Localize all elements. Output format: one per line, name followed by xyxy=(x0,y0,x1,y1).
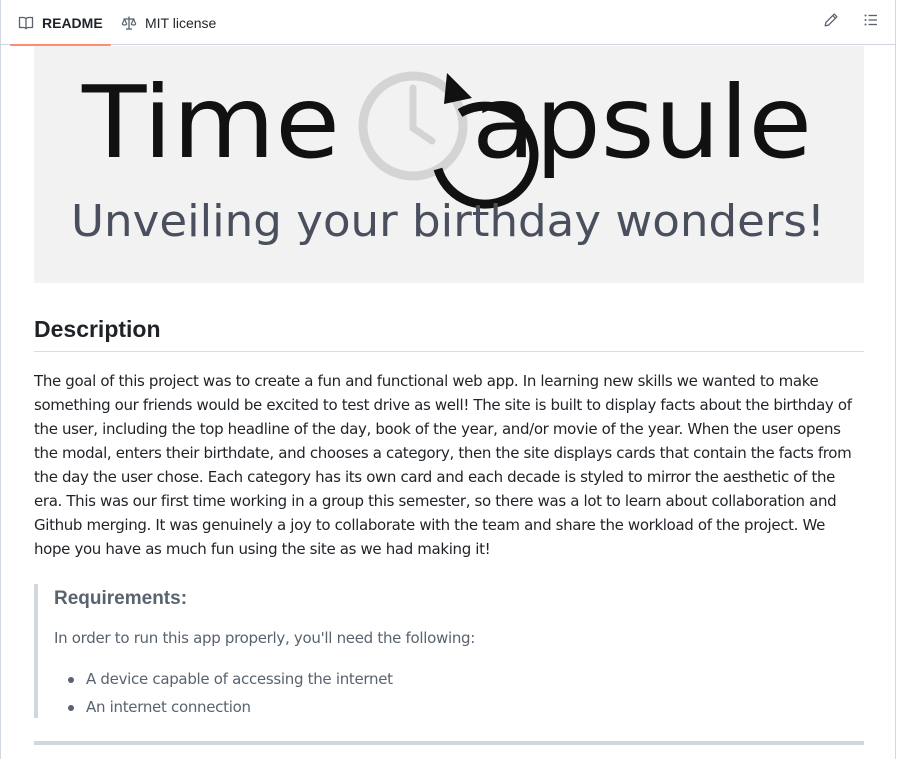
tab-readme-label: README xyxy=(42,14,103,31)
logo-text-time: Time xyxy=(81,64,340,181)
requirements-list: A device capable of accessing the intern… xyxy=(54,665,393,721)
requirements-heading: Requirements: xyxy=(54,588,188,609)
description-heading: Description xyxy=(34,310,864,352)
readme-panel: README MIT license Time apsule Unveiling… xyxy=(0,0,896,759)
list-item: A device capable of accessing the intern… xyxy=(54,665,393,693)
tab-mit-license[interactable]: MIT license xyxy=(113,0,224,45)
readme-tabbar: README MIT license xyxy=(1,0,895,46)
tab-mit-license-label: MIT license xyxy=(145,14,217,31)
outline-button[interactable] xyxy=(857,8,885,36)
pencil-icon xyxy=(823,12,839,33)
logo-text-apsule: apsule xyxy=(472,64,812,181)
law-scale-icon xyxy=(121,15,137,31)
book-icon xyxy=(18,15,34,31)
horizontal-rule xyxy=(34,741,864,745)
edit-file-button[interactable] xyxy=(817,8,845,36)
list-item: An internet connection xyxy=(54,693,393,721)
list-unordered-icon xyxy=(863,12,879,33)
requirements-blockquote: Requirements: In order to run this app p… xyxy=(34,584,864,718)
description-text: The goal of this project was to create a… xyxy=(34,372,852,558)
time-capsule-banner-image: Time apsule Unveiling your birthday wond… xyxy=(34,46,864,283)
requirements-intro: In order to run this app properly, you'l… xyxy=(54,629,476,647)
banner-tagline: Unveiling your birthday wonders! xyxy=(71,196,825,247)
tab-readme[interactable]: README xyxy=(10,0,111,46)
